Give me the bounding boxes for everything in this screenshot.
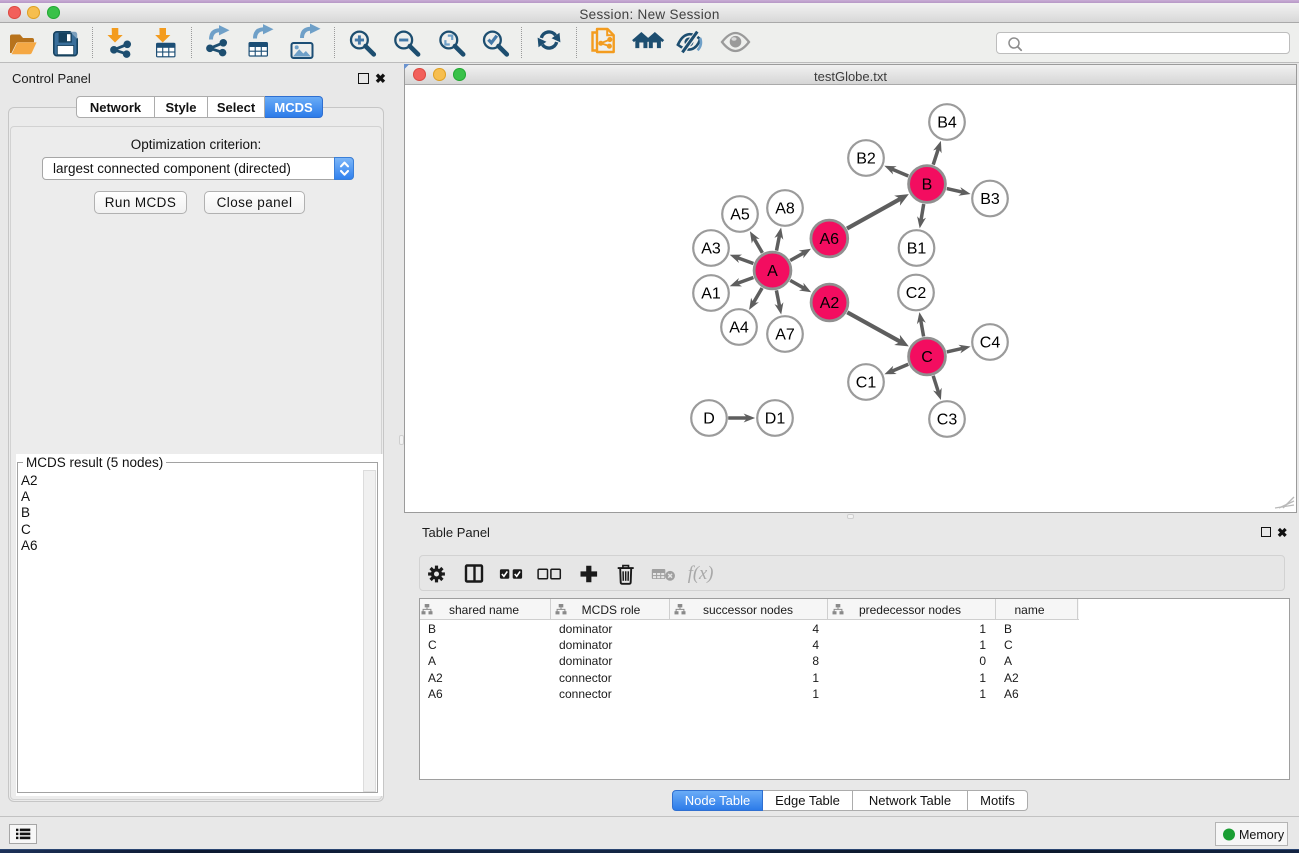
svg-text:D: D [703,411,715,428]
svg-text:f(x): f(x) [688,564,714,584]
svg-text:B2: B2 [856,151,876,168]
svg-text:B: B [922,177,933,194]
svg-text:D1: D1 [765,411,786,428]
svg-text:B1: B1 [907,241,927,258]
svg-text:A: A [767,263,778,280]
svg-text:A4: A4 [729,320,749,337]
svg-text:A2: A2 [820,295,840,312]
svg-text:C4: C4 [980,335,1001,352]
svg-text:C: C [921,349,933,366]
svg-text:B3: B3 [980,191,1000,208]
svg-text:A1: A1 [701,286,721,303]
svg-text:C1: C1 [856,375,877,392]
svg-text:C2: C2 [906,285,927,302]
svg-text:C3: C3 [937,412,958,429]
svg-text:Memory: Memory [1239,828,1285,842]
svg-text:A6: A6 [820,231,840,248]
svg-text:A8: A8 [775,201,795,218]
svg-text:A3: A3 [701,241,721,258]
svg-text:B4: B4 [937,115,957,132]
svg-text:A5: A5 [730,207,750,224]
svg-text:A7: A7 [775,327,795,344]
